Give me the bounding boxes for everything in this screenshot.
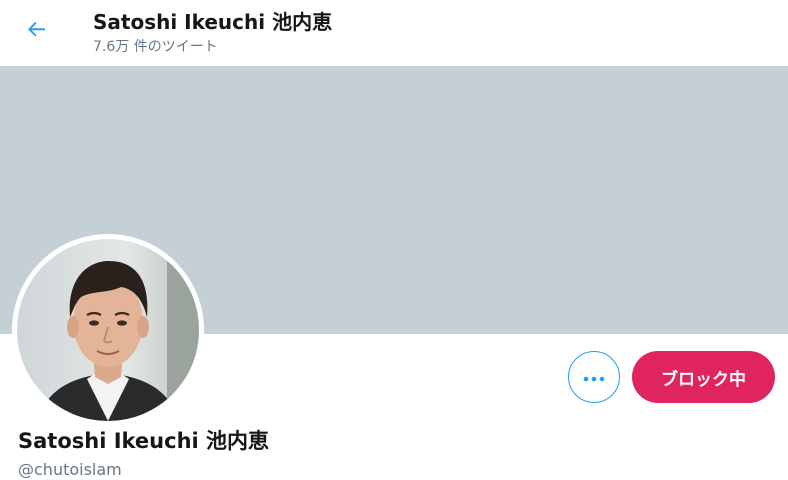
profile-handle: @chutoislam (18, 460, 122, 479)
avatar[interactable] (12, 234, 204, 426)
more-options-button[interactable] (568, 351, 620, 403)
blocked-button[interactable]: ブロック中 (632, 351, 775, 403)
tweet-count: 7.6万 件のツイート (93, 39, 218, 55)
avatar-photo (17, 239, 199, 421)
header-title: Satoshi Ikeuchi 池内恵 (93, 10, 333, 34)
profile-name: Satoshi Ikeuchi 池内恵 (18, 429, 270, 453)
more-horizontal-icon (582, 368, 606, 387)
arrow-left-icon (25, 17, 49, 45)
profile-header: Satoshi Ikeuchi 池内恵 7.6万 件のツイート (0, 0, 788, 66)
back-button[interactable] (18, 12, 56, 50)
